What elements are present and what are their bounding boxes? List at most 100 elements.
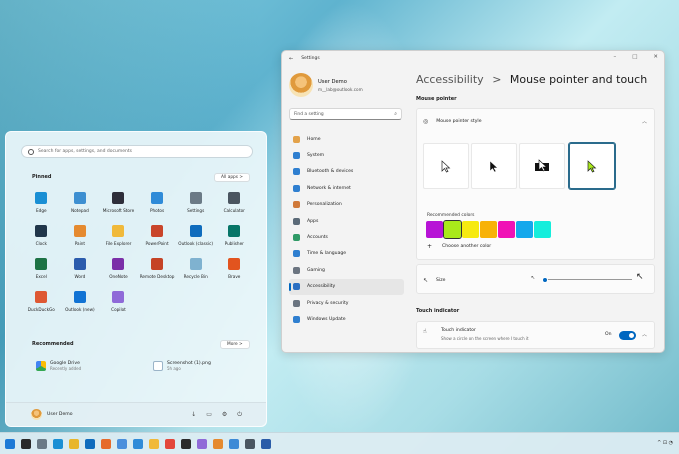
pinned-app[interactable]: Notepad [61, 192, 100, 213]
pinned-app[interactable]: PowerPoint [138, 225, 177, 246]
terminal-icon[interactable] [181, 438, 191, 449]
nav-item-accounts[interactable]: Accounts [289, 229, 404, 245]
chrome-icon[interactable] [117, 438, 127, 449]
start-search-input[interactable]: Search for apps, settings, and documents [21, 145, 253, 158]
color-swatch[interactable] [534, 221, 551, 238]
pinned-app-label: Remote Desktop [139, 274, 175, 279]
pinned-app[interactable]: Photos [138, 192, 177, 213]
calculator-icon[interactable] [245, 438, 255, 449]
folder-icon[interactable] [149, 438, 159, 449]
nav-item-home[interactable]: Home [289, 131, 404, 147]
nav-item-label: Apps [307, 218, 319, 224]
maximize-icon[interactable]: □ [632, 54, 637, 60]
nav-item-time-language[interactable]: Time & language [289, 246, 404, 262]
system-tray[interactable]: ^ ⊡ ◔ [657, 440, 673, 446]
copilot-icon[interactable] [197, 438, 207, 449]
chevron-up-icon[interactable]: ︿ [642, 331, 647, 338]
pinned-app[interactable]: Calculator [215, 192, 254, 213]
pinned-app-label: Microsoft Store [102, 208, 135, 213]
size-slider[interactable] [541, 276, 632, 283]
nav-item-network-internet[interactable]: Network & internet [289, 180, 404, 196]
size-slider-thumb[interactable] [541, 276, 548, 283]
minimize-icon[interactable]: – [613, 54, 616, 60]
all-apps-button[interactable]: All apps > [214, 173, 250, 182]
pinned-app[interactable]: Copilot [99, 291, 138, 312]
pinned-app[interactable]: OneNote [99, 258, 138, 279]
color-swatch[interactable] [516, 221, 533, 238]
pinned-app-label: DuckDuckGo [27, 307, 55, 312]
more-button[interactable]: More > [220, 340, 250, 349]
mouse-pointer-section-title: Mouse pointer [416, 96, 457, 102]
chevron-up-icon[interactable]: ︿ [642, 118, 647, 125]
pointer-style-custom[interactable] [568, 142, 616, 190]
downloads-icon[interactable]: ↓ [191, 411, 196, 419]
nav-item-label: Network & internet [307, 185, 351, 191]
pointer-style-inverted[interactable] [519, 143, 565, 189]
nav-item-privacy-security[interactable]: Privacy & security [289, 295, 404, 311]
edge-icon[interactable] [53, 438, 63, 449]
avatar[interactable] [31, 409, 42, 420]
recommended-item[interactable]: Google Drive Recently added [36, 361, 81, 371]
camera-icon[interactable] [165, 438, 175, 449]
nav-item-personalization[interactable]: Personalization [289, 197, 404, 213]
photos-icon[interactable] [133, 438, 143, 449]
nav-item-system[interactable]: System [289, 147, 404, 163]
pinned-app[interactable]: Microsoft Store [99, 192, 138, 213]
pinned-app[interactable]: Outlook (new) [61, 291, 100, 312]
color-swatch[interactable] [462, 221, 479, 238]
user-profile[interactable]: User Demo m__lab@outlook.com [289, 73, 363, 97]
sparkle-icon[interactable] [229, 438, 239, 449]
pinned-app[interactable]: Brave [215, 258, 254, 279]
search-icon[interactable] [21, 438, 31, 449]
bluetooth-icon [293, 168, 300, 176]
touch-indicator-toggle[interactable] [619, 331, 636, 340]
nav-item-accessibility[interactable]: Accessibility [289, 278, 404, 295]
color-swatch[interactable] [426, 221, 443, 238]
nav-item-apps[interactable]: Apps [289, 213, 404, 229]
pinned-app-label: Outlook (new) [65, 307, 95, 312]
nav-item-windows-update[interactable]: Windows Update [289, 311, 404, 327]
pinned-app[interactable]: Outlook (classic) [176, 225, 215, 246]
pinned-app[interactable]: Remote Desktop [138, 258, 177, 279]
pictures-icon[interactable]: ▭ [206, 411, 212, 419]
nav-item-label: Personalization [307, 202, 342, 208]
pinned-app[interactable]: Publisher [215, 225, 254, 246]
pinned-app[interactable]: Edge [22, 192, 61, 213]
paint-icon[interactable] [213, 438, 223, 449]
choose-another-color-button[interactable]: + Choose another color [427, 243, 491, 250]
recommended-item[interactable]: Screenshot (1).png 5h ago [153, 361, 211, 371]
power-icon[interactable]: ⏻ [237, 411, 242, 419]
color-swatch[interactable] [480, 221, 497, 238]
back-arrow-icon[interactable]: ← [289, 56, 293, 62]
pinned-app[interactable]: Excel [22, 258, 61, 279]
accounts-icon [293, 234, 300, 242]
pinned-app[interactable]: Paint [61, 225, 100, 246]
pointer-style-white[interactable] [423, 143, 469, 189]
start-user-name[interactable]: User Demo [47, 412, 73, 417]
gear-icon[interactable] [37, 438, 47, 449]
store-icon [112, 192, 125, 204]
pinned-app-label: Copilot [111, 307, 126, 312]
chrome-icon[interactable] [69, 438, 79, 449]
pinned-app-label: Excel [35, 274, 47, 279]
pinned-app[interactable]: Word [61, 258, 100, 279]
pointer-style-black[interactable] [471, 143, 517, 189]
nav-item-bluetooth-devices[interactable]: Bluetooth & devices [289, 164, 404, 180]
pinned-app[interactable]: Settings [176, 192, 215, 213]
windows-start-icon[interactable] [5, 438, 15, 449]
outlook-icon[interactable] [85, 438, 95, 449]
pinned-app[interactable]: File Explorer [99, 225, 138, 246]
close-icon[interactable]: ✕ [653, 54, 658, 60]
color-swatch[interactable] [498, 221, 515, 238]
powershell-icon[interactable] [261, 438, 271, 449]
gear-icon[interactable]: ⚙ [222, 411, 227, 419]
color-swatch[interactable] [442, 219, 463, 240]
nav-item-gaming[interactable]: Gaming [289, 262, 404, 278]
mouse-pointer-style-row[interactable]: ◎ Mouse pointer style ︿ [417, 113, 654, 129]
firefox-icon[interactable] [101, 438, 111, 449]
find-setting-input[interactable]: Find a setting ⌕ [289, 108, 402, 120]
pinned-app[interactable]: Recycle Bin [176, 258, 215, 279]
breadcrumb-parent[interactable]: Accessibility [416, 73, 484, 86]
pinned-app[interactable]: DuckDuckGo [22, 291, 61, 312]
pinned-app[interactable]: Clock [22, 225, 61, 246]
